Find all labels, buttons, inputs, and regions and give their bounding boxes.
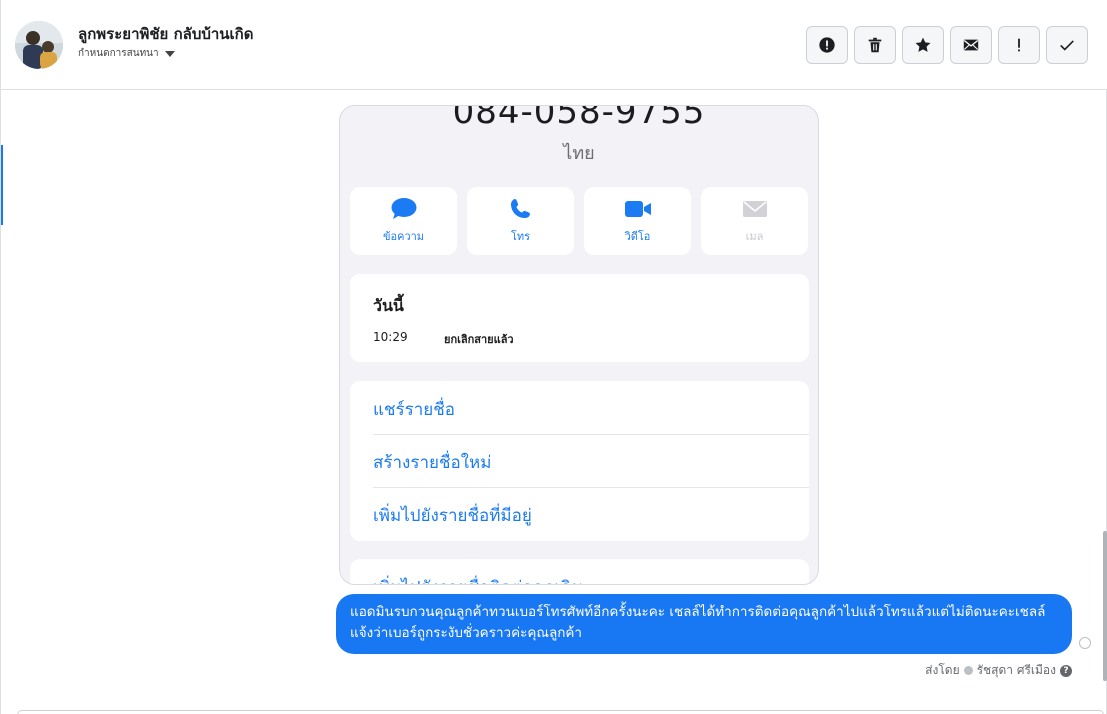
quick-action-message: ข้อความ	[350, 187, 457, 255]
outgoing-message[interactable]: แอดมินรบกวนคุณลูกค้าทวนเบอร์โทรศัพท์อีกค…	[336, 594, 1072, 654]
divider	[373, 487, 809, 488]
message-bubble-icon	[391, 198, 416, 219]
recent-calls-card: วันนี้ 10:29 ยกเลิกสายแล้ว	[350, 274, 809, 362]
attachment-phone-number: 084-058-9755	[452, 105, 706, 132]
message-composer[interactable]	[17, 710, 1104, 714]
conversation-view: ลูกพระยาพิชัย กลับบ้านเกิด กำหนดการสนทนา	[0, 0, 1107, 714]
quick-action-label: ข้อความ	[382, 230, 425, 243]
call-time: 10:29	[373, 330, 408, 344]
exclamation-icon	[1018, 38, 1020, 52]
assign-label: กำหนดการสนทนา	[78, 48, 159, 59]
scrollbar-thumb[interactable]	[1103, 531, 1107, 681]
quick-action-video: วิดีโอ	[584, 187, 691, 255]
star-icon	[915, 37, 931, 52]
help-icon[interactable]: ?	[1060, 664, 1072, 677]
emergency-contact-card: เพิ่มไปยังรายชื่อติดต่อฉุกเฉิน	[350, 559, 809, 584]
create-contact-item: สร้างรายชื่อใหม่	[373, 453, 492, 473]
sent-by-label: ส่งโดย	[925, 663, 960, 677]
quick-action-label: โทร	[510, 230, 531, 243]
alert-circle-icon	[819, 37, 835, 53]
message-thread[interactable]: 084-058-9755 ไทย ข้อความ โทร วิดีโอ เมล …	[1, 91, 1107, 709]
contact-options-card: แชร์รายชื่อ สร้างรายชื่อใหม่ เพิ่มไปยังร…	[350, 381, 809, 541]
mark-done-button[interactable]	[1046, 26, 1088, 64]
scrollbar[interactable]	[1103, 91, 1107, 701]
image-attachment[interactable]: 084-058-9755 ไทย ข้อความ โทร วิดีโอ เมล …	[339, 105, 819, 585]
delete-button[interactable]	[854, 26, 896, 64]
emergency-contact-item: เพิ่มไปยังรายชื่อติดต่อฉุกเฉิน	[373, 574, 583, 584]
conversation-header: ลูกพระยาพิชัย กลับบ้านเกิด กำหนดการสนทนา	[1, 0, 1107, 90]
video-camera-icon	[624, 201, 651, 217]
divider	[373, 434, 809, 435]
star-button[interactable]	[902, 26, 944, 64]
quick-action-label: เมล	[745, 230, 764, 243]
trash-icon	[868, 37, 882, 53]
envelope-icon	[963, 39, 979, 51]
add-to-existing-item: เพิ่มไปยังรายชื่อที่มีอยู่	[373, 506, 532, 526]
share-contact-item: แชร์รายชื่อ	[373, 400, 456, 420]
mark-unread-button[interactable]	[950, 26, 992, 64]
follow-up-button[interactable]	[998, 26, 1040, 64]
caret-down-icon	[164, 50, 175, 57]
sender-name: รัชสุดา ศรีเมือง	[976, 663, 1056, 677]
mark-spam-button[interactable]	[806, 26, 848, 64]
delivered-check-icon	[1079, 637, 1091, 649]
recent-calls-title: วันนี้	[373, 296, 404, 315]
quick-action-mail: เมล	[701, 187, 808, 255]
mail-icon	[742, 201, 767, 217]
assign-conversation-dropdown[interactable]: กำหนดการสนทนา	[78, 46, 175, 61]
contact-name: ลูกพระยาพิชัย กลับบ้านเกิด	[78, 25, 254, 43]
checkmark-icon	[1060, 40, 1074, 51]
attachment-country: ไทย	[563, 143, 595, 164]
header-actions	[806, 26, 1088, 64]
avatar[interactable]	[15, 21, 63, 69]
sent-by-info: ส่งโดย รัชสุดา ศรีเมือง ?	[925, 661, 1072, 680]
verified-check-icon	[963, 666, 973, 675]
quick-action-label: วิดีโอ	[624, 230, 651, 243]
call-status: ยกเลิกสายแล้ว	[444, 333, 514, 346]
phone-icon	[510, 199, 530, 218]
quick-action-call: โทร	[467, 187, 574, 255]
